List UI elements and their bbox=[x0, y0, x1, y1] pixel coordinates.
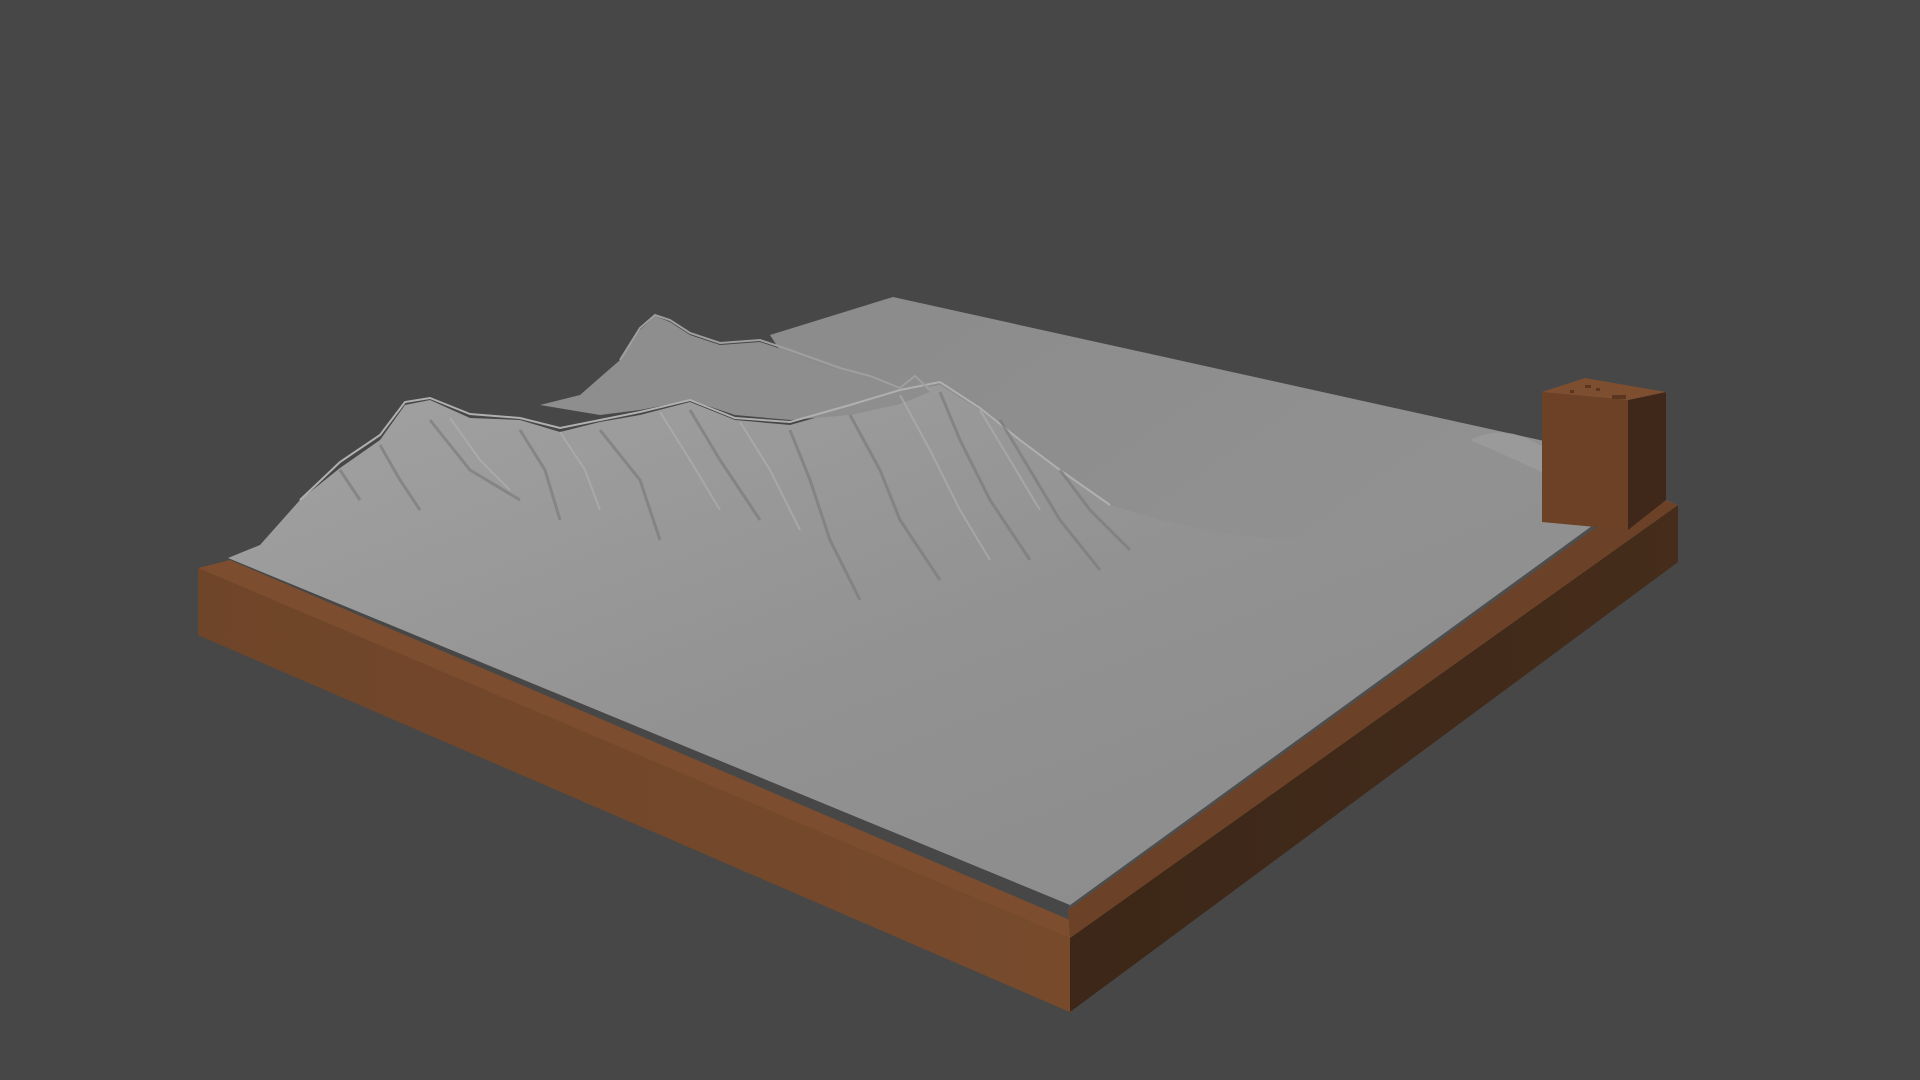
terrain-model-render bbox=[198, 297, 1678, 1012]
3d-viewport[interactable] bbox=[0, 0, 1920, 1080]
label-tab-front bbox=[1542, 392, 1628, 530]
